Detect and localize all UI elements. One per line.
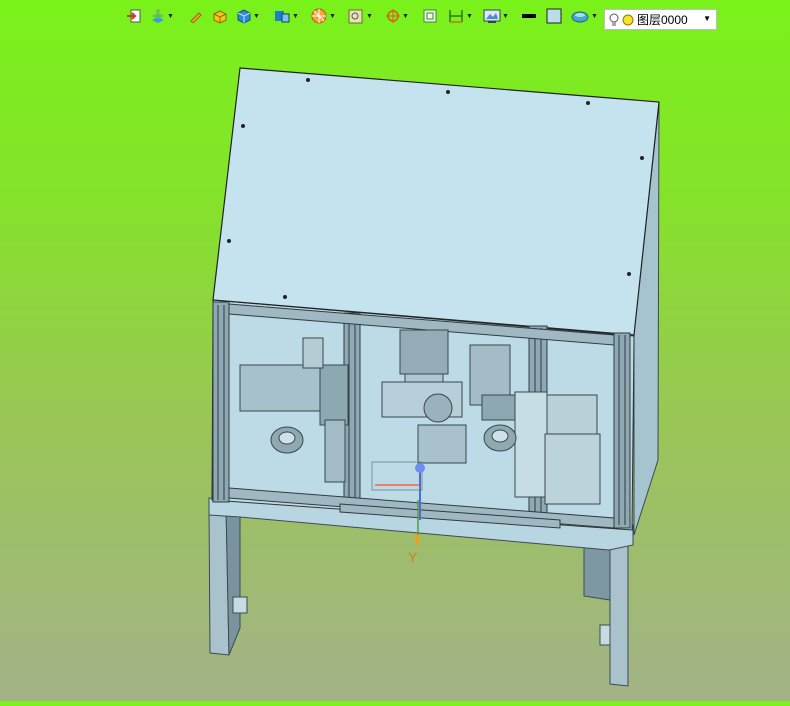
- section-view-icon: [311, 8, 327, 24]
- section-view-button[interactable]: ▼: [310, 6, 336, 26]
- layer-manager-icon: [152, 9, 164, 23]
- box-solid-button[interactable]: [212, 6, 228, 26]
- view-cube-button[interactable]: ▼: [236, 6, 260, 26]
- dimension-button[interactable]: ▼: [447, 6, 473, 26]
- render-settings-button[interactable]: ▼: [483, 6, 509, 26]
- frame-button[interactable]: [422, 6, 438, 26]
- import-icon: [127, 9, 141, 23]
- chevron-down-icon: ▼: [703, 14, 711, 23]
- view-cube-icon: [237, 9, 251, 24]
- zoom-window-button[interactable]: ▼: [347, 6, 373, 26]
- layer-select[interactable]: 图层0000 ▼: [604, 9, 717, 30]
- import-button[interactable]: [126, 6, 142, 26]
- display-mode-button[interactable]: ▼: [273, 6, 299, 26]
- layer-select-value: 图层0000: [637, 13, 688, 27]
- origin-button[interactable]: ▼: [385, 6, 409, 26]
- render-settings-icon: [483, 9, 501, 23]
- fill-color-button[interactable]: [545, 6, 563, 26]
- 3d-viewport[interactable]: Y: [0, 0, 790, 701]
- light-bulb-icon: [609, 13, 619, 26]
- line-color-icon: [522, 14, 536, 18]
- origin-icon: [386, 9, 400, 23]
- sketch-button[interactable]: [189, 6, 203, 26]
- zoom-window-icon: [348, 9, 363, 24]
- machine-model[interactable]: Y: [0, 0, 790, 701]
- layer-manager-button[interactable]: ▼: [150, 6, 174, 26]
- frame-icon: [423, 9, 437, 23]
- dimension-icon: [449, 10, 463, 23]
- surface-style-button[interactable]: ▼: [570, 6, 598, 26]
- top-cover: [212, 67, 660, 336]
- fill-color-icon: [546, 8, 562, 24]
- box-solid-icon: [213, 10, 227, 24]
- layer-visible-icon: [622, 14, 634, 25]
- surface-style-icon: [571, 11, 589, 23]
- display-mode-icon: [275, 11, 290, 23]
- line-color-button[interactable]: [520, 6, 538, 26]
- pencil-icon: [190, 12, 202, 23]
- toolbar: ▼ ▼ ▼ ▼ ▼ ▼ ▼ ▼ ▼ 图层0000 ▼: [0, 4, 790, 30]
- y-axis-label: Y: [408, 549, 418, 565]
